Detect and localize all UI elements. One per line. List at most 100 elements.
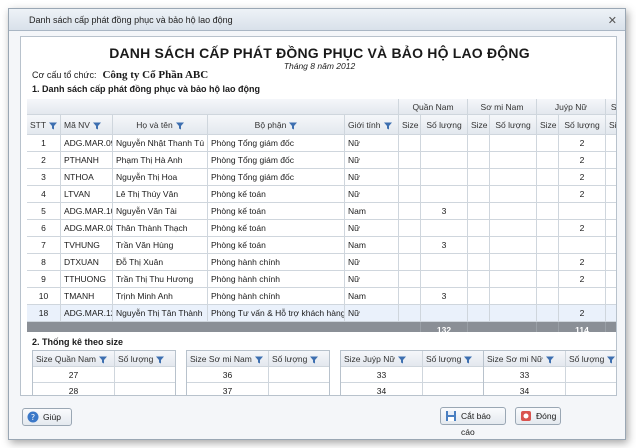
header-so-luong[interactable]: Số lượng [490, 115, 537, 135]
header-size[interactable]: Size [606, 115, 616, 135]
row-stt[interactable]: 7 [27, 237, 61, 254]
row-somi-nam-qty[interactable] [490, 254, 537, 271]
row-quan-nam-size[interactable] [399, 220, 421, 237]
row-somi-nam-qty[interactable] [490, 152, 537, 169]
row-gioi-tinh[interactable]: Nữ [345, 254, 399, 271]
row-quan-nam-qty[interactable] [421, 254, 468, 271]
row-quan-nam-size[interactable] [399, 237, 421, 254]
filter-icon[interactable] [254, 356, 263, 364]
filter-icon[interactable] [92, 122, 101, 130]
row-somi-nu-size[interactable] [606, 152, 616, 169]
row-ma-nv[interactable]: ADG.MAR.10 [61, 203, 113, 220]
stat-size-header[interactable]: Size Quần Nam [33, 351, 115, 367]
row-stt[interactable]: 4 [27, 186, 61, 203]
row-quan-nam-size[interactable] [399, 203, 421, 220]
header-size[interactable]: Size [399, 115, 421, 135]
row-juyp-nu-qty[interactable]: 2 [559, 169, 606, 186]
row-ma-nv[interactable]: TMANH [61, 288, 113, 305]
row-juyp-nu-size[interactable] [537, 288, 559, 305]
row-stt[interactable]: 5 [27, 203, 61, 220]
row-ma-nv[interactable]: ADG.MAR.08 [61, 220, 113, 237]
row-somi-nam-size[interactable] [468, 152, 490, 169]
stat-size-value[interactable]: 33 [341, 367, 423, 383]
row-quan-nam-size[interactable] [399, 254, 421, 271]
row-bo-phan[interactable]: Phòng kế toán [208, 186, 345, 203]
row-quan-nam-qty[interactable] [421, 135, 468, 152]
close-button[interactable]: Đóng [515, 407, 561, 425]
header-gioi-tinh[interactable]: Giới tính [345, 115, 399, 135]
row-juyp-nu-size[interactable] [537, 254, 559, 271]
filter-icon[interactable] [175, 122, 184, 130]
row-somi-nam-size[interactable] [468, 271, 490, 288]
row-ho-ten[interactable]: Đỗ Thị Xuân [113, 254, 208, 271]
row-ho-ten[interactable]: Trần Thị Thu Hương [113, 271, 208, 288]
row-juyp-nu-qty[interactable] [559, 237, 606, 254]
stat-qty-value[interactable] [269, 367, 329, 383]
stat-size-value[interactable]: 37 [187, 383, 269, 395]
stat-size-value[interactable]: 33 [484, 367, 566, 383]
row-bo-phan[interactable]: Phòng hành chính [208, 254, 345, 271]
row-somi-nam-qty[interactable] [490, 288, 537, 305]
row-ma-nv[interactable]: NTHOA [61, 169, 113, 186]
row-quan-nam-qty[interactable]: 3 [421, 237, 468, 254]
row-somi-nam-size[interactable] [468, 288, 490, 305]
row-bo-phan[interactable]: Phòng Tổng giám đốc [208, 152, 345, 169]
row-ho-ten[interactable]: Phạm Thị Hà Anh [113, 152, 208, 169]
header-ma-nv[interactable]: Mã NV [61, 115, 113, 135]
stat-qty-value[interactable] [115, 367, 175, 383]
row-stt[interactable]: 9 [27, 271, 61, 288]
row-quan-nam-qty[interactable]: 3 [421, 203, 468, 220]
row-juyp-nu-qty[interactable] [559, 288, 606, 305]
row-stt[interactable]: 3 [27, 169, 61, 186]
row-gioi-tinh[interactable]: Nữ [345, 220, 399, 237]
stat-size-header[interactable]: Size Sơ mi Nam [187, 351, 269, 367]
filter-icon[interactable] [289, 122, 298, 130]
row-gioi-tinh[interactable]: Nữ [345, 169, 399, 186]
header-size[interactable]: Size [537, 115, 559, 135]
row-somi-nam-qty[interactable] [490, 237, 537, 254]
stat-qty-header[interactable]: Số lượng [115, 351, 175, 367]
row-bo-phan[interactable]: Phòng hành chính [208, 271, 345, 288]
row-juyp-nu-size[interactable] [537, 152, 559, 169]
row-gioi-tinh[interactable]: Nữ [345, 305, 399, 322]
stat-qty-value[interactable] [423, 383, 483, 395]
row-ma-nv[interactable]: ADG.MAR.09 [61, 135, 113, 152]
row-gioi-tinh[interactable]: Nữ [345, 186, 399, 203]
row-quan-nam-qty[interactable] [421, 186, 468, 203]
row-ho-ten[interactable]: Nguyễn Thị Tân Thành [113, 305, 208, 322]
stat-qty-header[interactable]: Số lượng [269, 351, 329, 367]
row-bo-phan[interactable]: Phòng kế toán [208, 220, 345, 237]
stat-size-value[interactable]: 36 [187, 367, 269, 383]
row-somi-nu-size[interactable] [606, 237, 616, 254]
row-bo-phan[interactable]: Phòng Tổng giám đốc [208, 135, 345, 152]
row-quan-nam-qty[interactable] [421, 305, 468, 322]
stat-size-value[interactable]: 34 [341, 383, 423, 395]
row-somi-nu-size[interactable] [606, 271, 616, 288]
row-ho-ten[interactable]: Nguyễn Thị Hoa [113, 169, 208, 186]
filter-icon[interactable] [49, 122, 58, 130]
row-juyp-nu-size[interactable] [537, 220, 559, 237]
row-somi-nam-size[interactable] [468, 169, 490, 186]
row-somi-nu-size[interactable] [606, 288, 616, 305]
row-juyp-nu-qty[interactable]: 2 [559, 152, 606, 169]
row-juyp-nu-size[interactable] [537, 135, 559, 152]
filter-icon[interactable] [607, 356, 616, 364]
row-somi-nam-qty[interactable] [490, 203, 537, 220]
row-bo-phan[interactable]: Phòng Tư vấn & Hỗ trợ khách hàng [208, 305, 345, 322]
row-quan-nam-size[interactable] [399, 271, 421, 288]
row-juyp-nu-size[interactable] [537, 169, 559, 186]
row-somi-nam-size[interactable] [468, 186, 490, 203]
row-juyp-nu-qty[interactable]: 2 [559, 254, 606, 271]
filter-icon[interactable] [310, 356, 319, 364]
stat-size-value[interactable]: 28 [33, 383, 115, 395]
row-somi-nu-size[interactable] [606, 135, 616, 152]
row-quan-nam-qty[interactable] [421, 152, 468, 169]
stat-size-value[interactable]: 27 [33, 367, 115, 383]
row-ma-nv[interactable]: TVHUNG [61, 237, 113, 254]
row-quan-nam-size[interactable] [399, 169, 421, 186]
stat-size-header[interactable]: Size Sơ mi Nữ [484, 351, 566, 367]
header-so-luong[interactable]: Số lượng [421, 115, 468, 135]
row-quan-nam-size[interactable] [399, 186, 421, 203]
row-ho-ten[interactable]: Thân Thành Thạch [113, 220, 208, 237]
row-juyp-nu-qty[interactable]: 2 [559, 220, 606, 237]
